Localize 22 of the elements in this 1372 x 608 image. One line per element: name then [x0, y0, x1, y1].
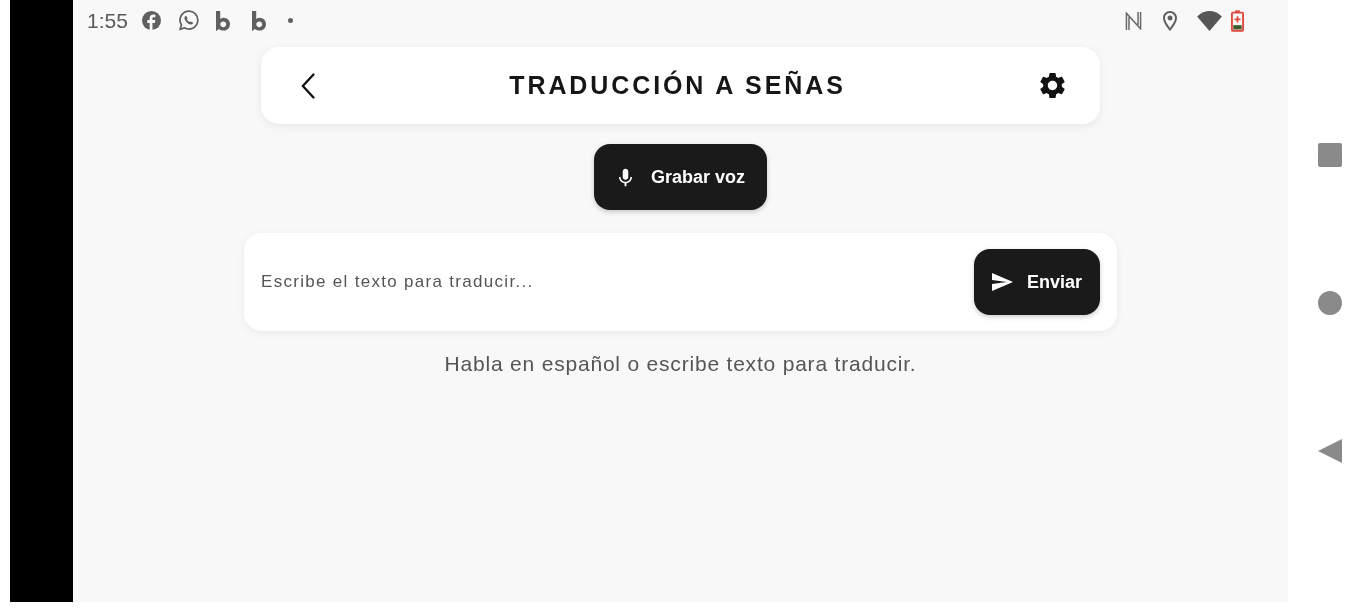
status-time: 1:55: [87, 8, 128, 33]
send-button[interactable]: Enviar: [973, 249, 1100, 315]
screen-title: TRADUCCIÓN A SEÑAS: [509, 71, 846, 100]
wifi-icon: [1197, 10, 1222, 31]
circle-icon[interactable]: [1318, 291, 1342, 315]
location-pin-icon: [1163, 10, 1177, 31]
record-voice-button[interactable]: Grabar voz: [593, 144, 767, 210]
back-icon[interactable]: [301, 72, 315, 99]
nfc-icon: [1125, 11, 1142, 30]
chat-bubble-icon: [177, 10, 199, 31]
f-logo-icon: [141, 11, 161, 30]
notification-dot-icon: [287, 18, 293, 23]
microphone-icon: [618, 167, 632, 187]
triangle-icon[interactable]: [1318, 439, 1342, 463]
settings-icon[interactable]: [1040, 73, 1065, 98]
text-input-field[interactable]: Escribe el texto para traducir...: [261, 262, 962, 302]
text-entry-card[interactable]: Escribe el texto para traducir... Enviar: [244, 233, 1117, 331]
b-logo-icon: [251, 10, 266, 31]
hint-text: Habla en español o escribe texto para traducir.: [444, 352, 917, 376]
b-logo-icon: [215, 10, 230, 31]
send-icon: [991, 273, 1013, 291]
battery-icon: [1231, 9, 1244, 32]
